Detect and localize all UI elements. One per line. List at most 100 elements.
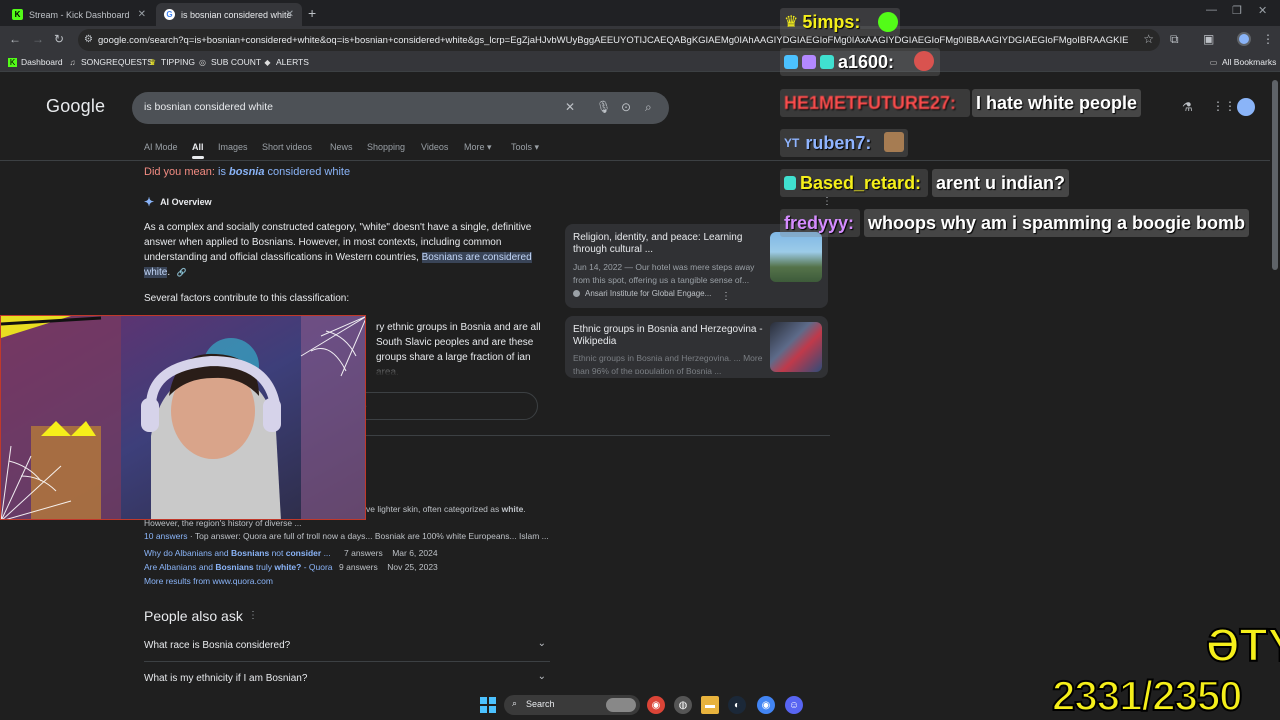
tab-ai-mode[interactable]: AI Mode <box>144 142 178 152</box>
bookmark-label: TIPPING <box>161 57 196 67</box>
source-desc: Jun 14, 2022 — Our hotel was mere steps … <box>573 262 755 285</box>
close-icon[interactable]: ✕ <box>138 9 146 20</box>
chevron-down-icon: ⌄ <box>537 638 546 649</box>
tab-tools[interactable]: Tools ▾ <box>511 142 539 153</box>
tab-all[interactable]: All <box>192 142 204 159</box>
bookmark-dashboard[interactable]: K Dashboard <box>8 57 63 67</box>
address-bar[interactable]: ⚙ google.com/search?q=is+bosnian+conside… <box>78 29 1160 51</box>
scrollbar-thumb[interactable] <box>1272 80 1278 270</box>
quora-link[interactable]: Are Albanians and Bosnians truly white? … <box>144 562 333 572</box>
quora-answers: 10 answers · Top answer: Quora are full … <box>144 531 549 541</box>
close-window-icon[interactable]: ✕ <box>1258 4 1267 17</box>
tip-icon: ♛ <box>148 57 157 67</box>
reload-icon[interactable]: ↻ <box>54 32 64 46</box>
tab-short-videos[interactable]: Short videos <box>262 142 312 152</box>
bookmarks-bar: K Dashboard ♫ SONGREQUESTS ♛ TIPPING ◎ S… <box>0 54 1280 72</box>
bookmark-songrequests[interactable]: ♫ SONGREQUESTS <box>68 57 153 67</box>
bookmark-label: SONGREQUESTS <box>81 57 153 67</box>
minimize-icon[interactable]: — <box>1206 4 1217 16</box>
taskbar-search[interactable]: ⌕ Search <box>504 695 640 715</box>
kick-icon: K <box>12 9 23 20</box>
discord-icon[interactable]: ☺ <box>785 696 803 714</box>
site-info-icon[interactable]: ⚙ <box>84 34 93 45</box>
account-avatar[interactable] <box>1237 98 1255 116</box>
chat-username: fredyyy: <box>784 212 855 233</box>
microphone-icon[interactable]: 🎙 <box>596 100 611 114</box>
answers-text: · Top answer: Quora are full of troll no… <box>187 531 549 541</box>
all-bookmarks[interactable]: ▭ All Bookmarks <box>1209 57 1277 67</box>
folder-icon: ▭ <box>1209 57 1218 67</box>
did-you-mean-link[interactable]: is bosnia considered white <box>218 166 350 178</box>
browser-toolbar: ← → ↻ ⚙ google.com/search?q=is+bosnian+c… <box>0 26 1280 54</box>
chat-message: HE1METFUTURE27: <box>780 89 970 117</box>
ai-overview-paragraph: As a complex and socially constructed ca… <box>144 222 532 280</box>
source-title[interactable]: Religion, identity, and peace: Learning … <box>573 232 763 256</box>
tab-kick-dashboard[interactable]: K Stream - Kick Dashboard ✕ <box>4 3 154 26</box>
bookmark-sub-count[interactable]: ◎ SUB COUNT <box>198 57 261 67</box>
file-explorer-icon[interactable]: ▬ <box>701 696 719 714</box>
quora-link[interactable]: Why do Albanians and Bosnians not consid… <box>144 548 331 558</box>
steam-icon[interactable]: ◐ <box>728 696 746 714</box>
source-title[interactable]: Ethnic groups in Bosnia and Herzegovina … <box>573 324 763 348</box>
more-options-icon[interactable]: ⋮ <box>721 291 731 302</box>
menu-icon[interactable]: ⋮ <box>1262 32 1274 46</box>
maximize-icon[interactable]: ❐ <box>1232 4 1242 17</box>
crown-badge-icon: ♛ <box>784 14 799 31</box>
clear-icon[interactable]: ✕ <box>565 100 575 114</box>
extensions-icon[interactable]: ⧉ <box>1170 32 1179 47</box>
google-logo[interactable]: Google <box>46 96 105 117</box>
chat-message: ♛ 5imps: <box>780 8 900 36</box>
windows-taskbar: ⌕ Search ◉ ◍ ▬ ◐ ◉ ☺ <box>470 690 810 720</box>
more-options-icon[interactable]: ⋮ <box>822 196 832 207</box>
paa-question[interactable]: What race is Bosnia considered? ⌄ <box>144 630 550 662</box>
tab-shopping[interactable]: Shopping <box>367 142 405 152</box>
lens-icon[interactable]: ⊙ <box>621 100 631 114</box>
search-icon[interactable]: ⌕ <box>645 100 652 115</box>
labs-icon[interactable]: ⚗ <box>1182 100 1193 114</box>
tab-videos[interactable]: Videos <box>421 142 448 152</box>
meta-date: Nov 25, 2023 <box>387 562 438 572</box>
emote-icon <box>914 51 934 71</box>
dym-pre: is <box>218 166 226 178</box>
link-bold: Bosnians <box>230 548 270 558</box>
source-card[interactable]: Ethnic groups in Bosnia and Herzegovina … <box>565 316 828 378</box>
chat-message: a1600: <box>780 48 940 76</box>
back-icon[interactable]: ← <box>9 32 21 46</box>
chevron-down-icon: ⌄ <box>537 671 546 682</box>
forward-icon[interactable]: → <box>32 32 44 46</box>
aio-factors-intro: Several factors contribute to this class… <box>144 293 350 304</box>
answers-count-link[interactable]: 10 answers <box>144 531 187 541</box>
link-post: ... <box>321 548 331 558</box>
more-results-link[interactable]: More results from www.quora.com <box>144 576 273 586</box>
bookmark-tipping[interactable]: ♛ TIPPING <box>148 57 195 67</box>
bookmark-alerts[interactable]: ◆ ALERTS <box>263 57 309 67</box>
did-you-mean: Did you mean: is bosnia considered white <box>144 166 350 178</box>
tab-news[interactable]: News <box>330 142 353 152</box>
sub-goal-counter: 2331/2350 <box>1051 671 1244 720</box>
tab-search-icon[interactable]: ▣ <box>1203 32 1214 46</box>
close-icon[interactable]: ✕ <box>286 9 294 20</box>
source-site: Ansari Institute for Global Engage... <box>573 289 711 298</box>
people-also-ask-title: People also ask <box>144 608 243 624</box>
source-thumbnail <box>770 322 822 372</box>
tab-more[interactable]: More ▾ <box>464 142 492 153</box>
more-options-icon[interactable]: ⋮ <box>248 610 258 621</box>
windows-start-icon[interactable] <box>480 697 496 713</box>
webcam-scene <box>1 316 365 519</box>
obs-icon[interactable]: ◍ <box>674 696 692 714</box>
chrome-profile-icon[interactable]: ◉ <box>757 696 775 714</box>
meta-date: Mar 6, 2024 <box>392 548 438 558</box>
bookmark-star-icon[interactable]: ☆ <box>1143 32 1154 46</box>
new-tab-button[interactable]: + <box>308 5 316 21</box>
profile-avatar[interactable] <box>1237 32 1251 46</box>
tab-images[interactable]: Images <box>218 142 248 152</box>
link-post: - Quora <box>301 562 333 572</box>
search-input[interactable]: is bosnian considered white <box>144 101 273 113</box>
tab-title: Stream - Kick Dashboard <box>29 9 130 20</box>
apps-grid-icon[interactable]: ⋮⋮ <box>1212 99 1236 113</box>
chrome-icon[interactable]: ◉ <box>647 696 665 714</box>
link-icon[interactable]: 🔗 <box>177 265 187 280</box>
search-box[interactable]: is bosnian considered white ✕ 🎙 ⊙ ⌕ <box>132 92 669 124</box>
tab-google-search[interactable]: G is bosnian considered white - G ✕ <box>156 3 302 26</box>
meta-answers: 9 answers <box>339 562 378 572</box>
